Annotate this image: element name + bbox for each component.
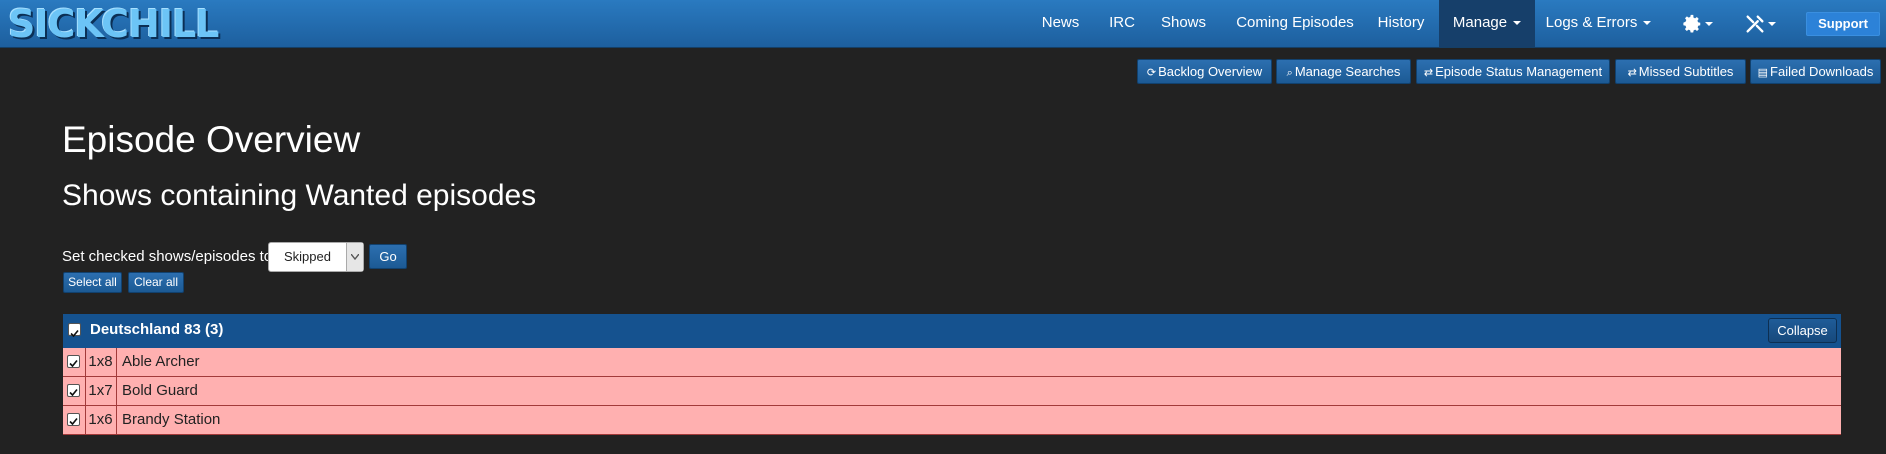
nav-manage-label: Manage — [1452, 14, 1508, 31]
collapse-button[interactable]: Collapse — [1768, 318, 1837, 343]
episode-checkbox[interactable] — [67, 384, 80, 397]
refresh-icon: ⟳ — [1146, 67, 1157, 79]
chevron-down-icon — [1643, 21, 1652, 26]
nav-news[interactable]: News — [1033, 0, 1088, 47]
episode-number: 1x7 — [85, 377, 117, 405]
episode-name: Bold Guard — [122, 382, 198, 399]
episode-row: 1x8 Able Archer — [63, 348, 1841, 377]
nav-irc[interactable]: IRC — [1099, 0, 1145, 47]
episode-checkbox-cell — [63, 377, 86, 405]
nav-manage[interactable]: Manage — [1439, 0, 1535, 47]
tools-menu[interactable] — [1738, 0, 1782, 47]
missed-subtitles-label: Missed Subtitles — [1638, 64, 1734, 79]
backlog-overview-label: Backlog Overview — [1158, 64, 1263, 79]
episode-checkbox-cell — [63, 406, 86, 434]
clear-all-button[interactable]: Clear all — [128, 272, 184, 293]
app-logo[interactable]: SICKCHILL — [8, 2, 219, 46]
exchange-icon: ⇄ — [1627, 67, 1637, 79]
exchange-icon: ⇄ — [1423, 67, 1434, 79]
episode-number: 1x8 — [85, 348, 117, 376]
page-subtitle: Shows containing Wanted episodes — [62, 179, 537, 212]
settings-menu[interactable] — [1676, 0, 1718, 47]
go-button[interactable]: Go — [369, 244, 407, 269]
episode-row: 1x6 Brandy Station — [63, 406, 1841, 435]
episode-status-management-button[interactable]: ⇄ Episode Status Management — [1416, 59, 1610, 84]
checkmark-icon — [69, 417, 78, 426]
chevron-down-icon — [1513, 21, 1522, 26]
chevron-down-icon — [1705, 21, 1713, 26]
manage-searches-label: Manage Searches — [1294, 64, 1401, 79]
nav-logs-label: Logs & Errors — [1545, 14, 1638, 31]
navbar: SICKCHILL News IRC Shows Coming Episodes… — [0, 0, 1886, 48]
nav-shows[interactable]: Shows — [1152, 0, 1215, 47]
page-title: Episode Overview — [62, 119, 361, 160]
failed-downloads-label: Failed Downloads — [1770, 64, 1874, 79]
set-status-label: Set checked shows/episodes to — [62, 248, 273, 265]
episode-checkbox-cell — [63, 348, 86, 376]
status-select-value: Skipped — [284, 249, 331, 264]
episode-name: Brandy Station — [122, 411, 221, 428]
episode-name: Able Archer — [122, 353, 200, 370]
nav-history[interactable]: History — [1370, 0, 1432, 47]
failed-downloads-button[interactable]: ▤ Failed Downloads — [1750, 59, 1881, 84]
show-header: Deutschland 83 (3) Collapse — [63, 314, 1841, 348]
chevron-down-icon — [1768, 21, 1776, 26]
nav-coming-episodes[interactable]: Coming Episodes — [1226, 0, 1364, 47]
checkmark-icon — [69, 359, 78, 368]
backlog-overview-button[interactable]: ⟳ Backlog Overview — [1137, 59, 1272, 84]
show-title[interactable]: Deutschland 83 (3) — [90, 321, 223, 338]
document-icon: ▤ — [1757, 67, 1769, 79]
show-checkbox[interactable] — [68, 323, 81, 338]
status-select[interactable]: Skipped — [268, 242, 364, 272]
nav-logs-errors[interactable]: Logs & Errors — [1541, 0, 1656, 47]
episode-status-label: Episode Status Management — [1435, 64, 1603, 79]
support-button[interactable]: Support — [1806, 12, 1880, 36]
select-all-button[interactable]: Select all — [63, 272, 122, 293]
gear-icon — [1683, 14, 1701, 33]
episode-row: 1x7 Bold Guard — [63, 377, 1841, 406]
checkmark-icon — [69, 388, 78, 397]
chevron-down-icon — [346, 243, 363, 271]
episode-number: 1x6 — [85, 406, 117, 434]
checkmark-icon — [70, 329, 79, 338]
search-icon: ⌕ — [1286, 67, 1293, 79]
tools-icon — [1746, 14, 1764, 33]
manage-searches-button[interactable]: ⌕ Manage Searches — [1276, 59, 1411, 84]
missed-subtitles-button[interactable]: ⇄ Missed Subtitles — [1615, 59, 1746, 84]
episode-checkbox[interactable] — [67, 413, 80, 426]
episode-checkbox[interactable] — [67, 355, 80, 368]
